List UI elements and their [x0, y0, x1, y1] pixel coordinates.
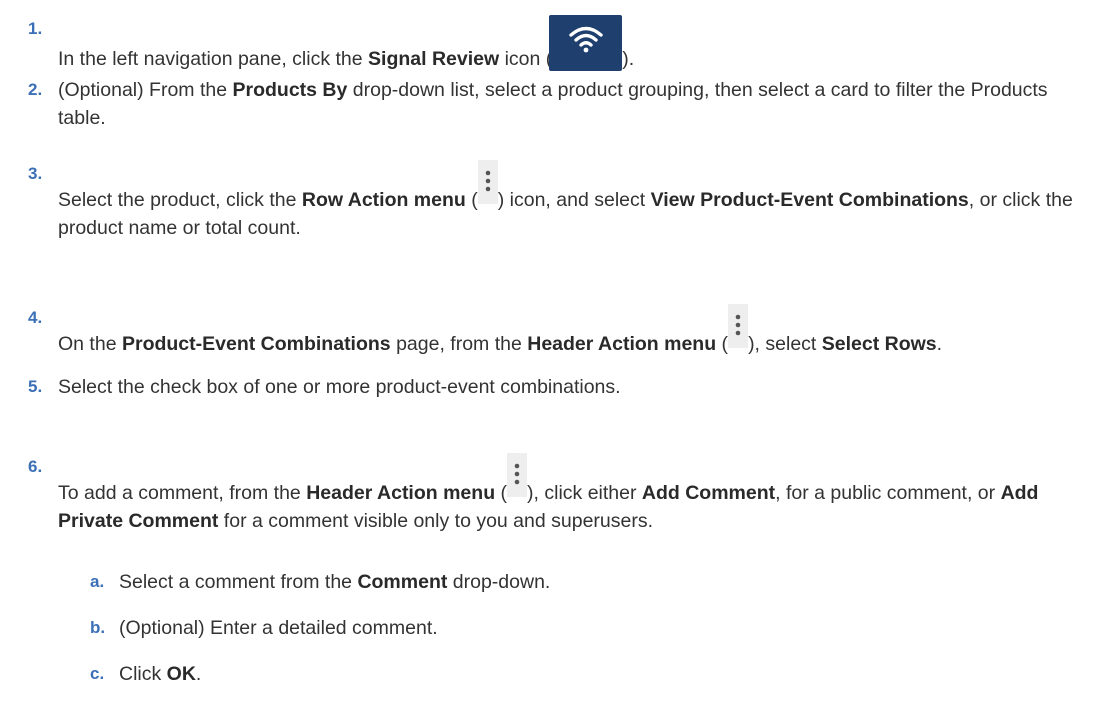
step-text: Select the product, click the Row Action…: [58, 160, 1091, 242]
wifi-icon: [569, 26, 603, 53]
substep-letter: c.: [90, 664, 105, 683]
substep-text: Click OK.: [119, 663, 202, 685]
step-number: 2.: [28, 80, 43, 99]
step-text: In the left navigation pane, click the S…: [58, 15, 1091, 73]
step-text: (Optional) From the Products By drop-dow…: [58, 79, 1048, 129]
step-text: On the Product-Event Combinations page, …: [58, 304, 1091, 358]
substep-text: (Optional) Enter a detailed comment.: [119, 617, 438, 639]
step-number: 1.: [28, 19, 43, 38]
substep-letter: a.: [90, 572, 105, 591]
substep-letter: b.: [90, 618, 106, 637]
substep-text: Select a comment from the Comment drop-d…: [119, 571, 551, 593]
step-number: 4.: [28, 308, 43, 327]
step-text: Select the check box of one or more prod…: [58, 376, 621, 398]
step-text: To add a comment, from the Header Action…: [58, 453, 1091, 535]
row-action-menu-icon: [477, 160, 498, 204]
header-action-menu-icon: [507, 453, 528, 497]
step-number: 3.: [28, 164, 43, 183]
signal-review-icon: [549, 15, 623, 71]
header-action-menu-icon: [728, 304, 749, 348]
kebab-menu-icon: [485, 170, 491, 192]
kebab-menu-icon: [735, 314, 741, 336]
step-number: 5.: [28, 377, 43, 396]
kebab-menu-icon: [514, 463, 520, 485]
step-number: 6.: [28, 457, 43, 476]
